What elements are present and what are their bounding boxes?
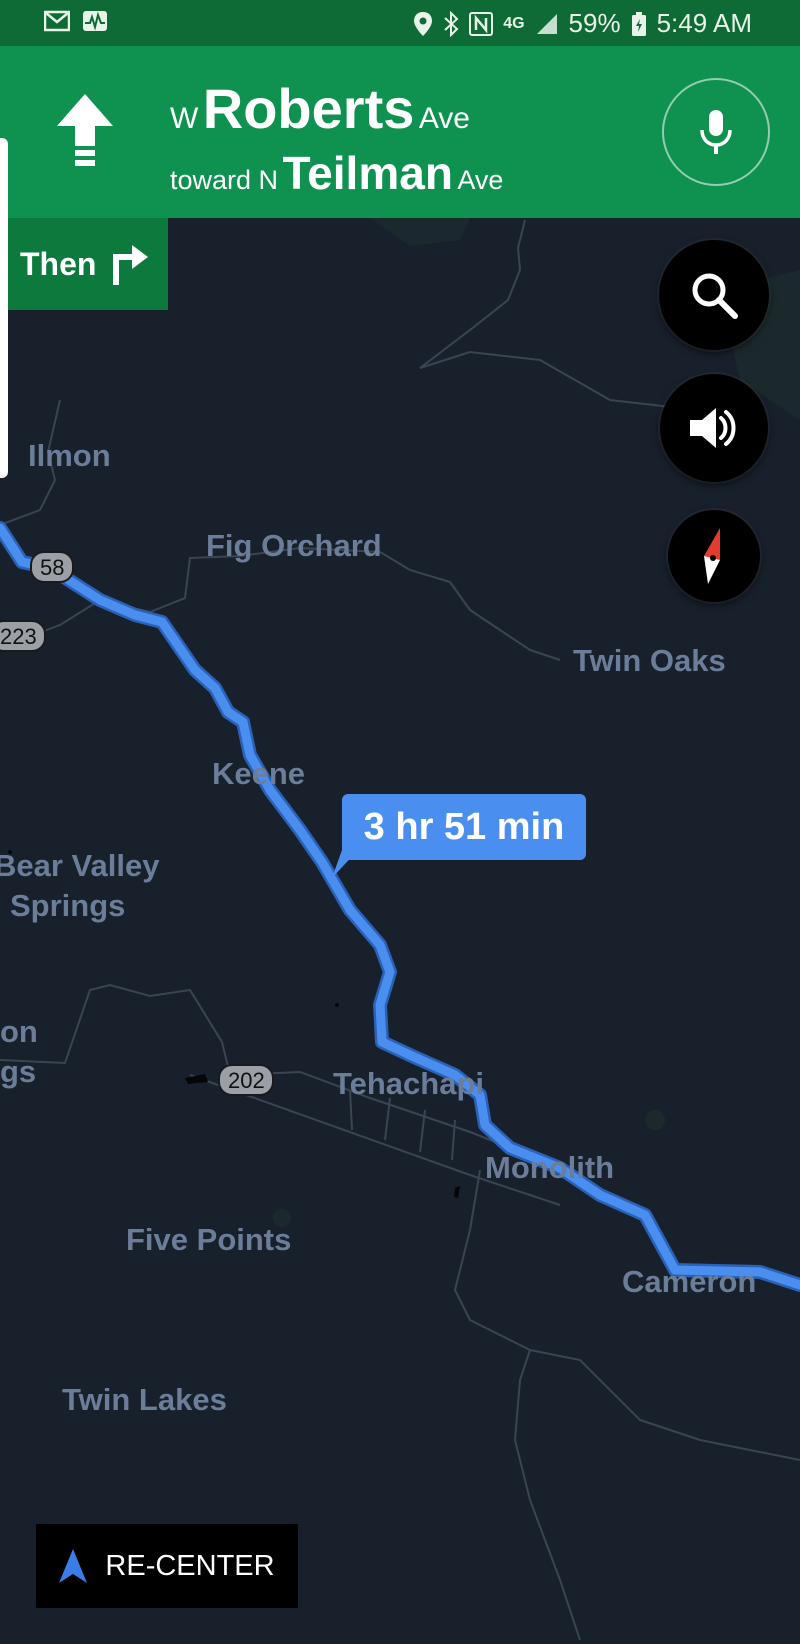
toward-suffix: Ave xyxy=(457,165,504,195)
street-prefix: W xyxy=(170,102,199,135)
navigation-arrow-icon xyxy=(59,1549,88,1583)
place-springs[interactable]: Springs xyxy=(10,888,125,924)
place-fig-orchard[interactable]: Fig Orchard xyxy=(206,528,382,564)
place-partial-on[interactable]: on xyxy=(0,1014,38,1050)
compass-icon xyxy=(704,528,720,584)
eta-bubble[interactable]: 3 hr 51 min xyxy=(342,794,586,860)
current-street: W Roberts Ave xyxy=(170,76,470,141)
nfc-icon xyxy=(469,11,494,36)
status-bar: 4G 59% 5:49 AM xyxy=(0,0,800,46)
battery-percentage: 59% xyxy=(568,8,621,38)
place-twin-lakes[interactable]: Twin Lakes xyxy=(62,1382,227,1418)
place-monolith[interactable]: Monolith xyxy=(485,1150,614,1186)
search-button[interactable] xyxy=(659,240,769,350)
bluetooth-icon xyxy=(444,10,459,37)
location-icon xyxy=(414,11,433,36)
street-suffix: Ave xyxy=(418,102,470,135)
battery-icon xyxy=(631,11,646,36)
toward-street: toward N Teilman Ave xyxy=(170,146,503,200)
speaker-icon xyxy=(690,408,736,448)
place-twin-oaks[interactable]: Twin Oaks xyxy=(573,643,726,679)
voice-button[interactable] xyxy=(662,78,770,186)
route-shield-202: 202 xyxy=(218,1064,274,1096)
recenter-label: RE-CENTER xyxy=(105,1549,275,1582)
turn-right-icon xyxy=(113,245,149,285)
place-partial-gs[interactable]: gs xyxy=(0,1054,36,1090)
place-five-points[interactable]: Five Points xyxy=(126,1222,291,1258)
street-name: Roberts xyxy=(202,77,415,140)
signal-icon xyxy=(536,13,557,34)
compass-button[interactable] xyxy=(668,510,760,602)
mail-icon xyxy=(44,10,70,32)
straight-arrow-icon xyxy=(57,94,113,166)
place-tehachapi[interactable]: Tehachapi xyxy=(333,1066,484,1102)
route-shield-58: 58 xyxy=(30,551,74,583)
next-step-chip[interactable]: Then xyxy=(8,218,168,310)
route-shield-223: 223 xyxy=(0,620,46,652)
place-bear-valley[interactable]: Bear Valley xyxy=(0,848,159,884)
microphone-icon xyxy=(700,110,732,154)
search-icon xyxy=(692,273,738,319)
place-cameron[interactable]: Cameron xyxy=(622,1264,756,1300)
recenter-button[interactable]: RE-CENTER xyxy=(36,1524,298,1608)
place-keene[interactable]: Keene xyxy=(212,756,305,792)
side-panel-edge[interactable] xyxy=(0,138,8,478)
place-ilmon[interactable]: Ilmon xyxy=(28,438,111,474)
navigation-banner[interactable]: W Roberts Ave toward N Teilman Ave xyxy=(0,46,800,218)
eta-bubble-tail xyxy=(332,850,358,878)
eta-text: 3 hr 51 min xyxy=(363,805,565,848)
activity-icon xyxy=(83,11,107,31)
network-label: 4G xyxy=(503,14,525,32)
toward-label: toward N xyxy=(170,165,279,195)
sound-button[interactable] xyxy=(660,374,768,482)
clock: 5:49 AM xyxy=(656,8,752,38)
toward-name: Teilman xyxy=(282,147,453,199)
then-label: Then xyxy=(20,245,97,282)
